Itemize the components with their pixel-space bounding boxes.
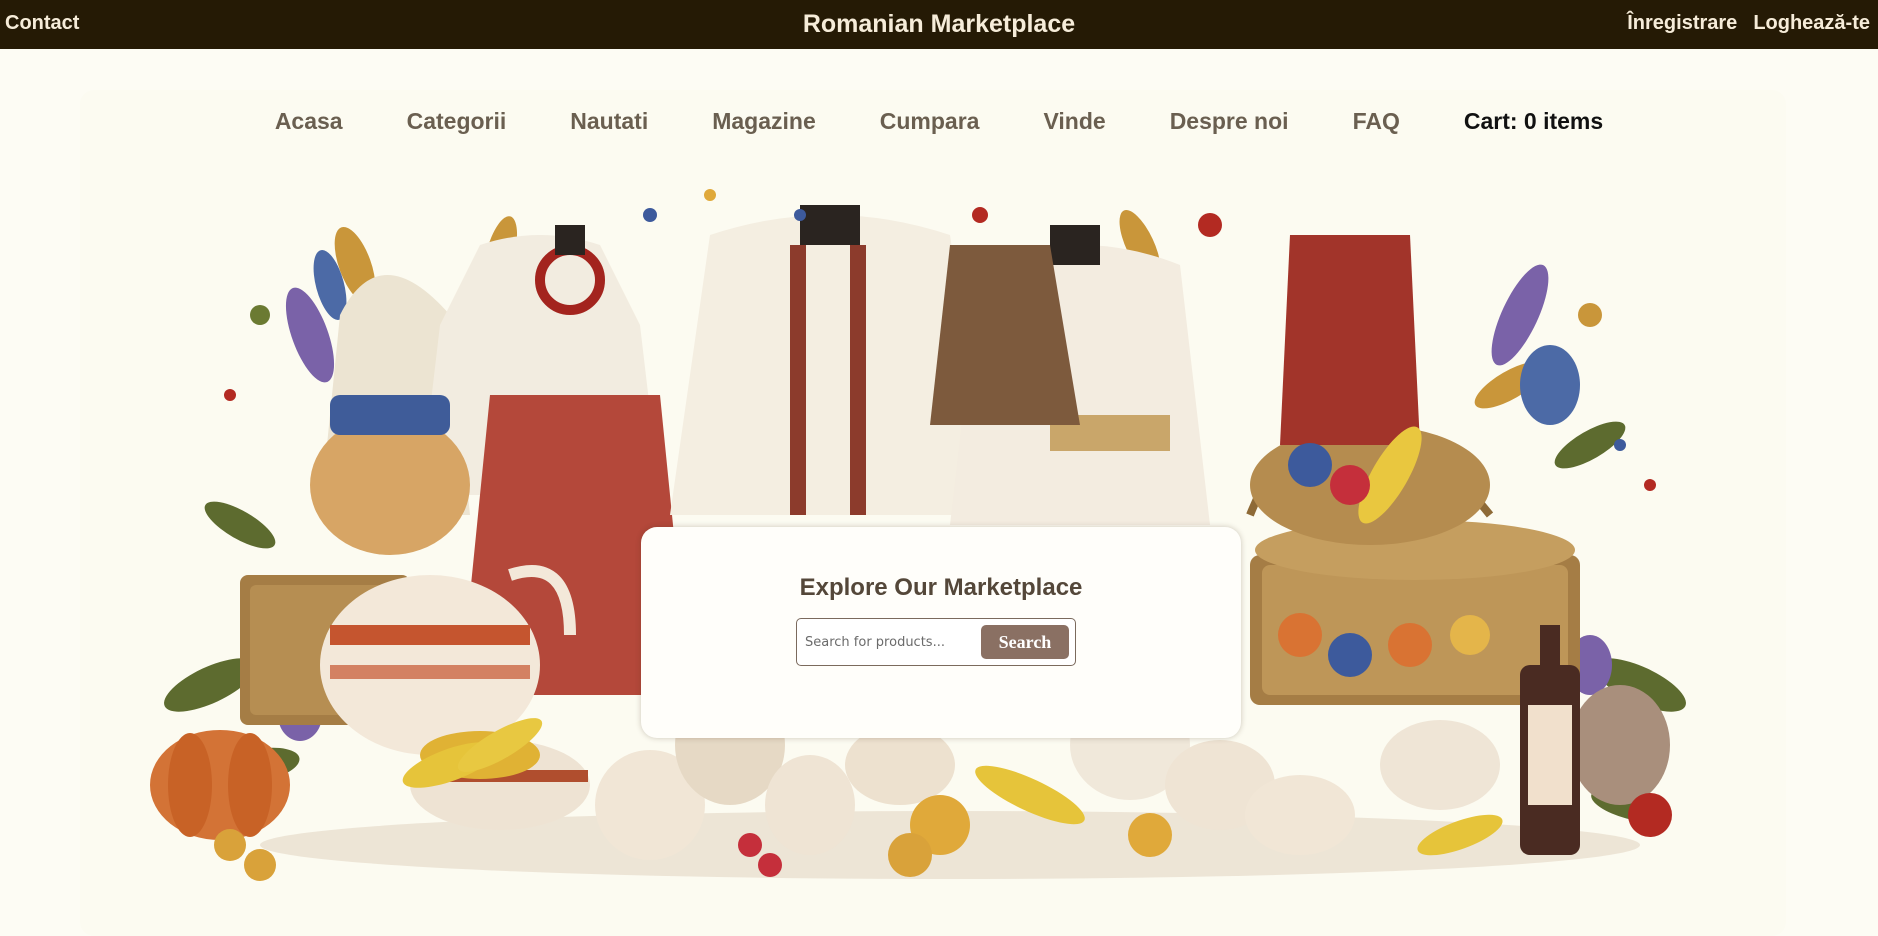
contact-link[interactable]: Contact [5,12,79,35]
search-form: Search [796,618,1076,666]
nav-item-categorii[interactable]: Categorii [407,108,507,135]
cart-link[interactable]: Cart: 0 items [1464,108,1603,135]
search-panel: Explore Our Marketplace Search [641,527,1241,738]
auth-links: Înregistrare Loghează-te [1627,12,1870,35]
register-link[interactable]: Înregistrare [1627,12,1737,35]
nav-item-nautati[interactable]: Nautati [570,108,648,135]
nav-item-despre-noi[interactable]: Despre noi [1170,108,1289,135]
nav-item-magazine[interactable]: Magazine [712,108,816,135]
nav-item-acasa[interactable]: Acasa [275,108,343,135]
login-link[interactable]: Loghează-te [1753,12,1870,35]
nav-item-cumpara[interactable]: Cumpara [880,108,980,135]
main-nav: Acasa Categorii Nautati Magazine Cumpara… [0,108,1878,135]
search-button[interactable]: Search [981,625,1069,659]
top-bar: Contact Romanian Marketplace Înregistrar… [0,0,1878,49]
search-input[interactable] [805,626,980,658]
site-title: Romanian Marketplace [802,10,1076,38]
search-title: Explore Our Marketplace [799,574,1083,601]
nav-item-vinde[interactable]: Vinde [1043,108,1105,135]
nav-item-faq[interactable]: FAQ [1353,108,1400,135]
